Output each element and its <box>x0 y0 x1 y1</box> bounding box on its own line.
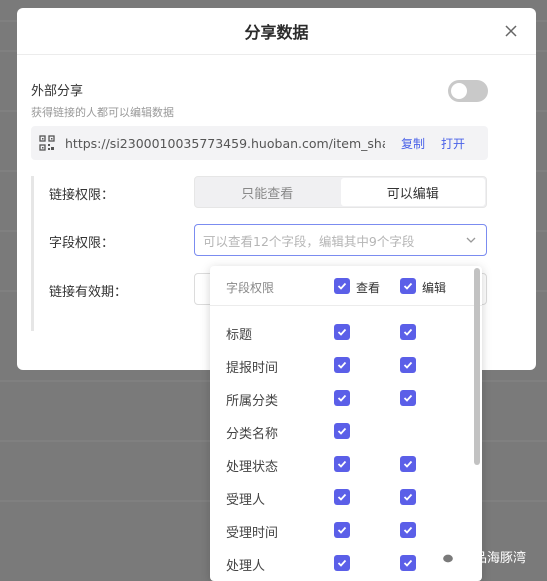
permission-editable-option[interactable]: 可以编辑 <box>340 178 485 206</box>
check-icon <box>403 361 413 369</box>
view-checkbox[interactable] <box>334 423 350 439</box>
field-row: 分类名称 <box>210 415 472 448</box>
check-icon <box>403 282 413 290</box>
external-share-row: 外部分享 获得链接的人都可以编辑数据 <box>31 80 488 120</box>
dropdown-header: 字段权限 查看 编辑 <box>210 266 482 306</box>
check-icon <box>337 493 347 501</box>
view-checkbox[interactable] <box>334 357 350 373</box>
check-icon <box>403 328 413 336</box>
check-icon <box>337 282 347 290</box>
link-permission-segmented: 只能查看 可以编辑 <box>194 176 487 208</box>
open-link-button[interactable]: 打开 <box>441 135 465 152</box>
field-row: 提报时间 <box>210 349 472 382</box>
permission-view-only-option[interactable]: 只能查看 <box>195 177 340 207</box>
field-name: 受理人 <box>226 493 266 508</box>
column-view: 查看 <box>356 281 381 295</box>
field-name: 提报时间 <box>226 361 279 376</box>
field-name: 标题 <box>226 328 253 343</box>
check-icon <box>337 526 347 534</box>
link-permission-label: 链接权限： <box>49 188 115 203</box>
field-permission-dropdown: 字段权限 查看 编辑 标题提报时间所属分类分类名称处理状态受理人受理时间处理人 <box>210 266 482 581</box>
check-icon <box>337 394 347 402</box>
column-edit: 编辑 <box>422 281 447 295</box>
select-all-edit-checkbox[interactable] <box>400 278 416 294</box>
dropdown-scrollbar[interactable] <box>474 268 480 465</box>
chevron-down-icon <box>466 237 476 243</box>
view-checkbox[interactable] <box>334 324 350 340</box>
edit-checkbox[interactable] <box>400 324 416 340</box>
field-row: 标题 <box>210 316 472 349</box>
field-name: 分类名称 <box>226 427 279 442</box>
field-permission-select[interactable]: 可以查看12个字段，编辑其中9个字段 <box>194 224 487 256</box>
share-link-url[interactable]: https://si2300010035773459.huoban.com/it… <box>65 136 385 151</box>
wechat-icon <box>435 547 455 564</box>
toggle-knob <box>451 83 467 99</box>
column-field-permission: 字段权限 <box>226 281 275 295</box>
check-icon <box>337 460 347 468</box>
field-row: 受理时间 <box>210 514 472 547</box>
modal-header: 分享数据 <box>17 8 536 55</box>
link-expiry-label: 链接有效期： <box>49 285 128 300</box>
view-checkbox[interactable] <box>334 555 350 571</box>
field-row: 受理人 <box>210 481 472 514</box>
external-share-desc: 获得链接的人都可以编辑数据 <box>31 106 174 119</box>
field-name: 受理时间 <box>226 526 279 541</box>
edit-checkbox[interactable] <box>400 357 416 373</box>
check-icon <box>337 361 347 369</box>
field-name: 处理状态 <box>226 460 279 475</box>
check-icon <box>403 526 413 534</box>
edit-checkbox[interactable] <box>400 522 416 538</box>
check-icon <box>337 427 347 435</box>
external-share-title: 外部分享 <box>31 84 84 99</box>
field-permission-label: 字段权限： <box>49 236 115 251</box>
select-all-view-checkbox[interactable] <box>334 278 350 294</box>
view-checkbox[interactable] <box>334 489 350 505</box>
view-checkbox[interactable] <box>334 522 350 538</box>
share-link-box: https://si2300010035773459.huoban.com/it… <box>31 126 488 160</box>
field-row: 处理状态 <box>210 448 472 481</box>
edit-checkbox[interactable] <box>400 489 416 505</box>
edit-checkbox[interactable] <box>400 390 416 406</box>
check-icon <box>403 493 413 501</box>
check-icon <box>403 559 413 567</box>
external-share-toggle[interactable] <box>448 80 488 102</box>
field-row: 处理人 <box>210 547 472 580</box>
check-icon <box>403 460 413 468</box>
watermark: 产品海豚湾 <box>435 546 526 566</box>
field-name: 所属分类 <box>226 394 279 409</box>
check-icon <box>337 328 347 336</box>
field-permission-placeholder: 可以查看12个字段，编辑其中9个字段 <box>203 233 415 249</box>
edit-checkbox[interactable] <box>400 555 416 571</box>
close-icon[interactable] <box>502 22 520 40</box>
check-icon <box>403 394 413 402</box>
qr-code-icon[interactable] <box>39 135 55 151</box>
watermark-text: 产品海豚湾 <box>461 550 527 566</box>
check-icon <box>337 559 347 567</box>
edit-checkbox[interactable] <box>400 456 416 472</box>
view-checkbox[interactable] <box>334 390 350 406</box>
field-name: 处理人 <box>226 559 266 574</box>
field-row: 所属分类 <box>210 382 472 415</box>
view-checkbox[interactable] <box>334 456 350 472</box>
copy-link-button[interactable]: 复制 <box>401 135 425 152</box>
modal-title: 分享数据 <box>244 23 309 42</box>
